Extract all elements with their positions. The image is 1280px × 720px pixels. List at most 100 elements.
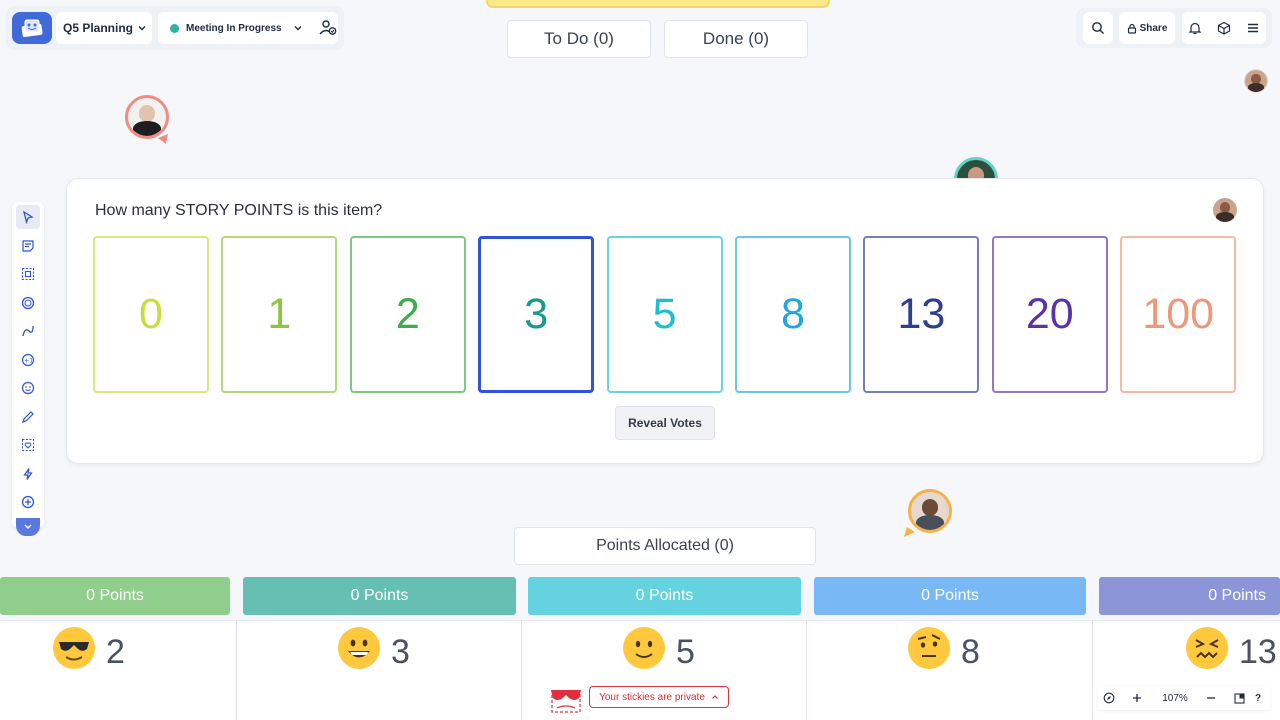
vote-card-value: 13 xyxy=(897,290,946,338)
column-divider xyxy=(236,620,237,720)
confounded-emoji-icon xyxy=(1185,626,1229,679)
board-select[interactable]: Q5 Planning xyxy=(56,12,152,44)
points-value: 5 xyxy=(676,632,695,671)
vote-tool[interactable]: +1 xyxy=(16,348,40,372)
status-dot-icon xyxy=(170,23,179,33)
app-logo[interactable] xyxy=(12,12,52,44)
zoom-level[interactable]: 107% xyxy=(1152,686,1198,710)
vote-card-2[interactable]: 2 xyxy=(349,236,466,393)
reaction-tool[interactable] xyxy=(16,376,40,400)
points-column-header[interactable]: 0 Points xyxy=(528,577,801,615)
points-column-header[interactable]: 0 Points xyxy=(814,577,1086,615)
points-allocated-label: Points Allocated (0) xyxy=(514,527,816,565)
vote-card-8[interactable]: 8 xyxy=(735,236,851,393)
zoom-controls: 107% ? xyxy=(1098,686,1270,710)
column-divider xyxy=(1092,620,1093,720)
more-tools-button[interactable] xyxy=(16,518,40,536)
grinning-emoji-icon xyxy=(337,626,381,679)
search-button[interactable] xyxy=(1083,12,1113,44)
sticky-note-tool[interactable] xyxy=(16,234,40,258)
chevron-up-icon xyxy=(711,695,718,699)
cursor-pointer-icon xyxy=(158,134,168,144)
lightning-icon xyxy=(23,468,33,480)
private-stickies-toggle[interactable]: Your stickies are private xyxy=(589,686,729,708)
sticky-note-icon xyxy=(22,240,34,252)
meeting-settings-icon[interactable] xyxy=(318,19,338,37)
vote-card-13[interactable]: 13 xyxy=(863,236,980,393)
minimap-icon xyxy=(1233,692,1245,704)
participant-avatar[interactable] xyxy=(1244,69,1268,93)
chevron-down-icon xyxy=(138,26,146,31)
private-stickies-label: Your stickies are private xyxy=(599,691,705,703)
plus-circle-icon xyxy=(21,495,35,509)
svg-text:+1: +1 xyxy=(24,357,33,364)
automation-tool[interactable] xyxy=(16,462,40,486)
app-logo-icon xyxy=(21,19,43,38)
compass-icon xyxy=(1103,692,1115,704)
vote-card-value: 8 xyxy=(781,290,805,338)
column-divider xyxy=(521,620,522,720)
tab-to-do[interactable]: To Do (0) xyxy=(507,20,651,58)
points-value: 2 xyxy=(106,632,125,671)
chevron-down-icon xyxy=(294,26,302,31)
plus-icon xyxy=(1133,694,1141,702)
tools-sidebar: +1 xyxy=(12,202,44,528)
vote-card-100[interactable]: 100 xyxy=(1120,236,1237,393)
smiley-icon xyxy=(21,381,35,395)
points-column-header[interactable]: 0 Points xyxy=(0,577,230,615)
share-button[interactable]: Share xyxy=(1119,12,1175,44)
select-tool[interactable] xyxy=(16,205,40,229)
frame-icon xyxy=(21,267,35,281)
vote-question: How many STORY POINTS is this item? xyxy=(95,202,383,219)
heart-frame-icon xyxy=(22,439,34,451)
points-column-header[interactable]: 0 Points xyxy=(1099,577,1280,615)
points-value: 3 xyxy=(391,632,410,671)
plus-one-icon: +1 xyxy=(21,353,35,367)
vote-card-value: 5 xyxy=(652,290,677,338)
help-button[interactable]: ? xyxy=(1248,686,1268,710)
points-column-value: 5 xyxy=(622,626,695,679)
vote-card-1[interactable]: 1 xyxy=(221,236,338,393)
menu-icon[interactable] xyxy=(1246,21,1260,35)
points-column-header[interactable]: 0 Points xyxy=(243,577,516,615)
template-tool[interactable] xyxy=(16,291,40,315)
vote-card-value: 0 xyxy=(139,290,163,338)
zoom-out-button[interactable] xyxy=(1200,686,1222,710)
vote-card-0[interactable]: 0 xyxy=(93,236,209,393)
navigate-button[interactable] xyxy=(1098,686,1120,710)
connector-tool[interactable] xyxy=(16,319,40,343)
raised-eyebrow-emoji-icon xyxy=(907,626,951,679)
add-tool[interactable] xyxy=(16,490,40,514)
pen-tool[interactable] xyxy=(16,405,40,429)
pen-icon xyxy=(22,411,34,423)
reveal-votes-button[interactable]: Reveal Votes xyxy=(615,406,715,440)
search-icon xyxy=(1092,22,1104,34)
slight-smile-emoji-icon xyxy=(622,626,666,679)
connector-icon xyxy=(22,325,34,337)
zoom-in-button[interactable] xyxy=(1126,686,1148,710)
vote-card-20[interactable]: 20 xyxy=(991,236,1108,393)
minimap-button[interactable] xyxy=(1228,686,1250,710)
points-column-value: 3 xyxy=(337,626,410,679)
share-label: Share xyxy=(1139,22,1168,34)
timer-bar xyxy=(486,0,830,8)
points-value: 13 xyxy=(1239,632,1277,671)
pointer-icon xyxy=(22,210,34,224)
vote-card-3[interactable]: 3 xyxy=(478,236,595,393)
cube-icon[interactable] xyxy=(1217,21,1231,35)
tab-done[interactable]: Done (0) xyxy=(664,20,808,58)
vote-card-value: 100 xyxy=(1142,290,1215,338)
points-value: 8 xyxy=(961,632,980,671)
points-column-value: 13 xyxy=(1185,626,1277,679)
cursor-pointer-icon xyxy=(904,527,915,537)
lock-icon xyxy=(1127,23,1136,34)
minus-icon xyxy=(1207,697,1215,699)
smiley-badge-icon xyxy=(21,296,35,310)
bell-icon[interactable] xyxy=(1188,21,1202,35)
panel-owner-avatar xyxy=(1213,198,1237,222)
meeting-status-select[interactable]: Meeting In Progress xyxy=(158,12,338,44)
private-glasses-icon xyxy=(551,690,581,713)
vote-card-5[interactable]: 5 xyxy=(606,236,723,393)
frame-tool[interactable] xyxy=(16,262,40,286)
heart-frame-tool[interactable] xyxy=(16,433,40,457)
